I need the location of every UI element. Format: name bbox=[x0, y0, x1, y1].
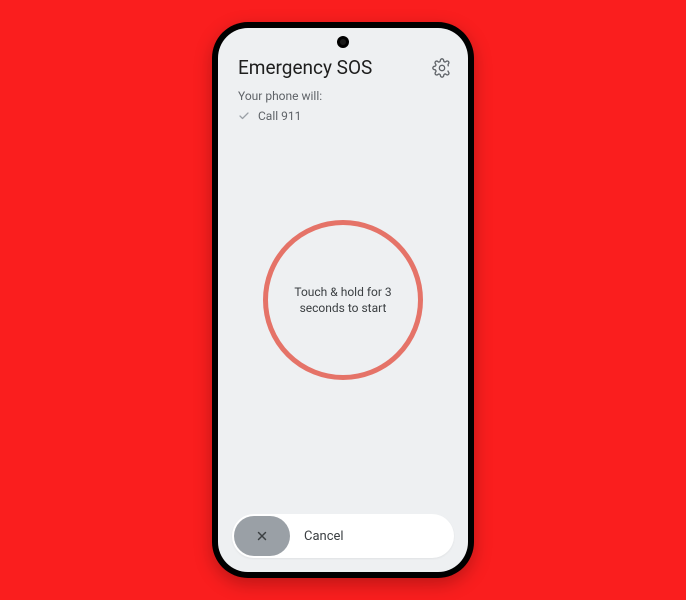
phone-frame: Emergency SOS Your phone will: Call 911 bbox=[212, 22, 474, 578]
action-label: Call 911 bbox=[258, 109, 301, 123]
touch-hold-label: Touch & hold for 3 seconds to start bbox=[288, 284, 398, 316]
cancel-label: Cancel bbox=[304, 529, 344, 544]
close-icon bbox=[255, 529, 269, 543]
phone-screen: Emergency SOS Your phone will: Call 911 bbox=[218, 28, 468, 572]
check-icon bbox=[238, 110, 250, 122]
front-camera bbox=[337, 36, 349, 48]
subtitle: Your phone will: bbox=[218, 79, 468, 103]
stage: Emergency SOS Your phone will: Call 911 bbox=[0, 0, 686, 600]
cancel-bar[interactable]: Cancel bbox=[232, 514, 454, 558]
cancel-slider-knob[interactable] bbox=[234, 516, 290, 556]
touch-hold-button[interactable]: Touch & hold for 3 seconds to start bbox=[263, 220, 423, 380]
action-list: Call 911 bbox=[218, 103, 468, 123]
page-title: Emergency SOS bbox=[238, 56, 372, 79]
settings-button[interactable] bbox=[432, 58, 452, 78]
gear-icon bbox=[432, 58, 452, 78]
center-area: Touch & hold for 3 seconds to start bbox=[263, 220, 423, 380]
list-item: Call 911 bbox=[238, 109, 448, 123]
